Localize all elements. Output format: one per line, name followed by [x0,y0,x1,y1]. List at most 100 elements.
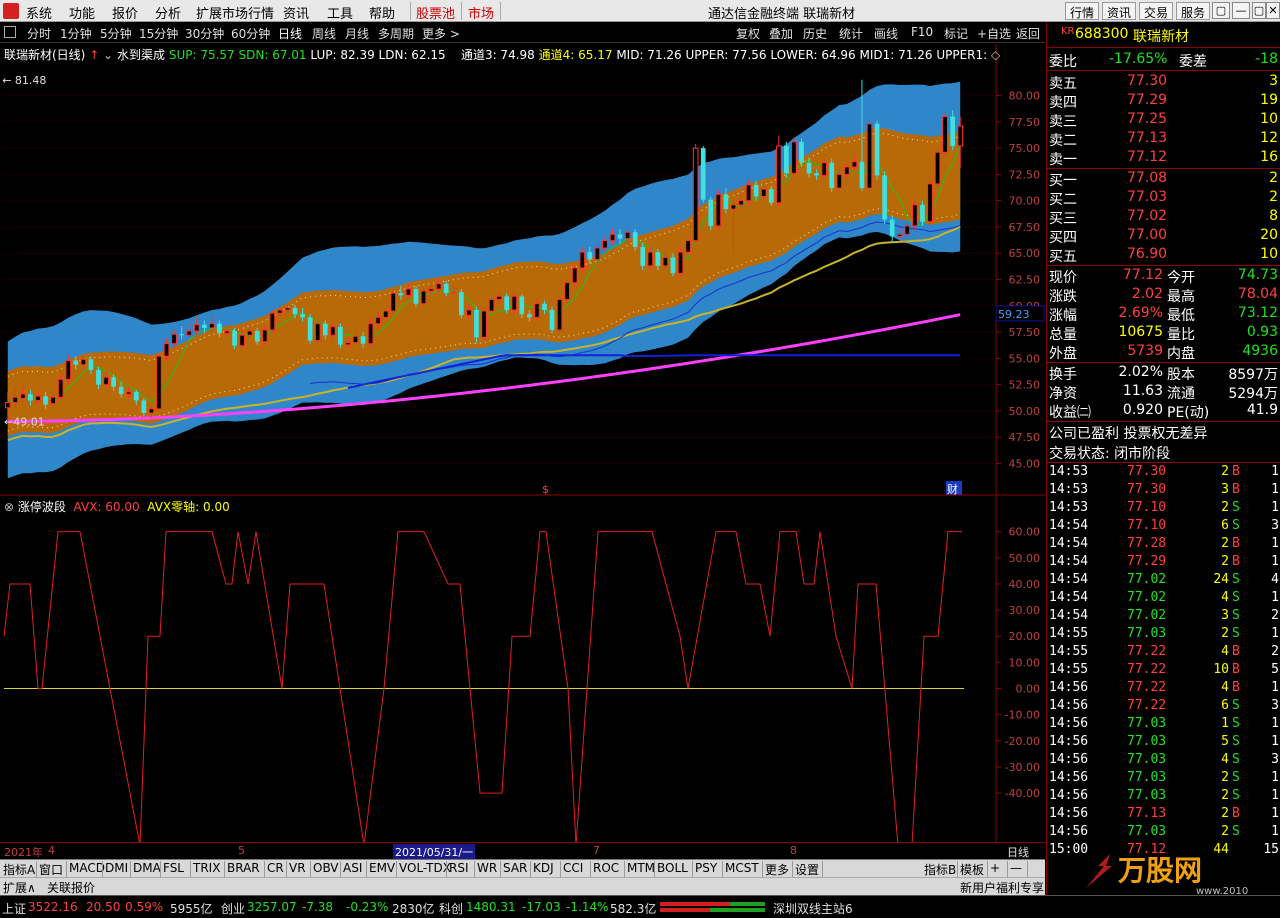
menu-quote[interactable]: 报价 [112,3,138,22]
settings-icon[interactable]: ⊗ [4,500,14,514]
overlay-button[interactable]: 叠加 [769,25,793,42]
indicator-tab[interactable]: ROC [593,861,619,875]
period-weekly[interactable]: 周线 [312,25,336,42]
finance-marker: 财 [947,482,958,496]
minimize-icon[interactable]: — [1232,2,1250,19]
sup-value: SUP: 75.57 [168,48,235,62]
menu-stock-pool[interactable]: 股票池 [416,3,455,22]
menu-system[interactable]: 系统 [26,3,52,22]
top-quote-button[interactable]: 行情 [1065,2,1100,20]
f10-button[interactable]: F10 [911,25,933,39]
tick-row: 14:54 77.02 4 S 1 [1047,590,1280,608]
period-15min[interactable]: 15分钟 [139,25,178,42]
expand-button[interactable]: 扩展∧ [3,879,36,896]
mark-button[interactable]: 标记 [944,25,968,42]
period-5min[interactable]: 5分钟 [100,25,132,42]
indicator-tab[interactable]: MACD [69,861,105,875]
indicator-tab[interactable]: RSI [449,861,469,875]
related-quote-tab[interactable]: 关联报价 [47,879,95,896]
indicator-tab[interactable]: DMI [105,861,128,875]
period-multi[interactable]: 多周期 [378,25,414,42]
menu-extended-market[interactable]: 扩展市场行情 [196,3,274,22]
top-service-button[interactable]: 服务 [1176,2,1211,20]
dollar-marker: $ [542,483,549,496]
menu-market[interactable]: 市场 [468,3,494,22]
period-30min[interactable]: 30分钟 [185,25,224,42]
add-watchlist-button[interactable]: +自选 [977,25,1011,42]
restore-rights-button[interactable]: 复权 [736,25,760,42]
date-axis: 2021年 4 5 2021/05/31/一 7 8 日线 [0,842,1045,860]
tick-row: 14:56 77.22 4 B 1 [1047,680,1280,698]
indicator-tab[interactable]: 指标B [924,861,956,878]
indicator-tab[interactable]: ASI [343,861,362,875]
menu-help[interactable]: 帮助 [369,3,395,22]
back-button[interactable]: 返回 [1016,25,1040,42]
top-trade-button[interactable]: 交易 [1139,2,1174,20]
tick-side: B [1232,680,1240,695]
indicator-tab[interactable]: 指标A [3,861,35,878]
ask-volume: 10 [1260,111,1278,127]
avx-value: AVX: 60.00 [73,500,140,514]
top-news-button[interactable]: 资讯 [1102,2,1137,20]
tick-price: 77.10 [1127,518,1167,533]
quote-header: KR 688300 联瑞新材 [1047,22,1280,48]
indicator-tab[interactable]: WR [477,861,497,875]
indicator-name: 水到渠成 [116,48,165,62]
ask-label: 卖五 [1049,76,1077,92]
indicator-tab[interactable]: SAR [503,861,527,875]
indicator-tab[interactable]: BRAR [227,861,260,875]
menu-function[interactable]: 功能 [69,3,95,22]
new-user-welfare-link[interactable]: 新用户福利专享 [960,879,1044,896]
indicator-tab[interactable]: VR [289,861,306,875]
history-button[interactable]: 历史 [803,25,827,42]
stats-button[interactable]: 统计 [839,25,863,42]
period-more[interactable]: 更多 > [422,25,460,42]
chevron-down-icon[interactable]: ⌄ [103,48,113,62]
tick-price: 77.30 [1127,464,1167,479]
tick-volume: 2 [1221,824,1229,839]
period-daily[interactable]: 日线 [278,25,302,42]
period-monthly[interactable]: 月线 [345,25,369,42]
tick-side: B [1232,662,1240,677]
ask-label: 卖一 [1049,152,1077,168]
tick-side: B [1232,644,1240,659]
draw-line-button[interactable]: 画线 [874,25,898,42]
main-candle-chart[interactable]: 80.00 77.50 75.00 72.50 70.00 67.50 65.00 62.50… [0,44,1045,496]
menu-tools[interactable]: 工具 [327,3,353,22]
tick-row: 14:53 77.30 3 B 1 [1047,482,1280,500]
menu-analysis[interactable]: 分析 [155,3,181,22]
indicator-tab[interactable]: MCST [725,861,759,875]
indicator-tab[interactable]: 模板 [960,861,984,878]
indicator-tab[interactable]: CCI [563,861,583,875]
menu-news[interactable]: 资讯 [283,3,309,22]
panel-toggle-icon[interactable] [4,26,16,38]
indicator-tab[interactable]: FSL [163,861,184,875]
indicator-tab[interactable]: CR [267,861,284,875]
indicator-tab[interactable]: PSY [695,861,717,875]
indicator-chart[interactable]: 60.00 50.00 40.00 30.00 20.00 10.00 0.00 -10.00… [0,496,1045,846]
restore-icon[interactable]: ▢ [1212,2,1230,19]
ind-tick-label: 50.00 [1009,552,1041,565]
indicator-tab[interactable]: EMV [369,861,395,875]
candle [156,354,162,411]
indicator-tab[interactable]: OBV [313,861,339,875]
period-60min[interactable]: 60分钟 [231,25,270,42]
weibi-value: -17.65% [1109,51,1168,67]
indicator-tab[interactable]: 窗口 [39,861,63,878]
indicator-tab[interactable]: TRIX [193,861,220,875]
server-name[interactable]: 深圳双线主站6 [773,900,853,917]
indicator-tab[interactable]: + [990,861,1000,875]
period-1min[interactable]: 1分钟 [60,25,92,42]
close-icon[interactable]: ✕ [1266,2,1280,19]
indicator-tab[interactable]: DMA [133,861,161,875]
indicator-tab[interactable]: 设置 [795,861,819,878]
indicator-tab[interactable]: 更多 [765,861,789,878]
maximize-icon[interactable]: ▢ [1252,2,1266,19]
period-tick[interactable]: 分时 [27,25,51,42]
indicator-tab[interactable]: MTM [627,861,655,875]
candle [882,171,887,224]
indicator-tab[interactable]: BOLL [657,861,688,875]
indicator-tab[interactable]: — [1010,861,1022,875]
indicator-tab[interactable]: KDJ [533,861,554,875]
indicator-tab[interactable]: VOL-TDX [399,861,451,875]
